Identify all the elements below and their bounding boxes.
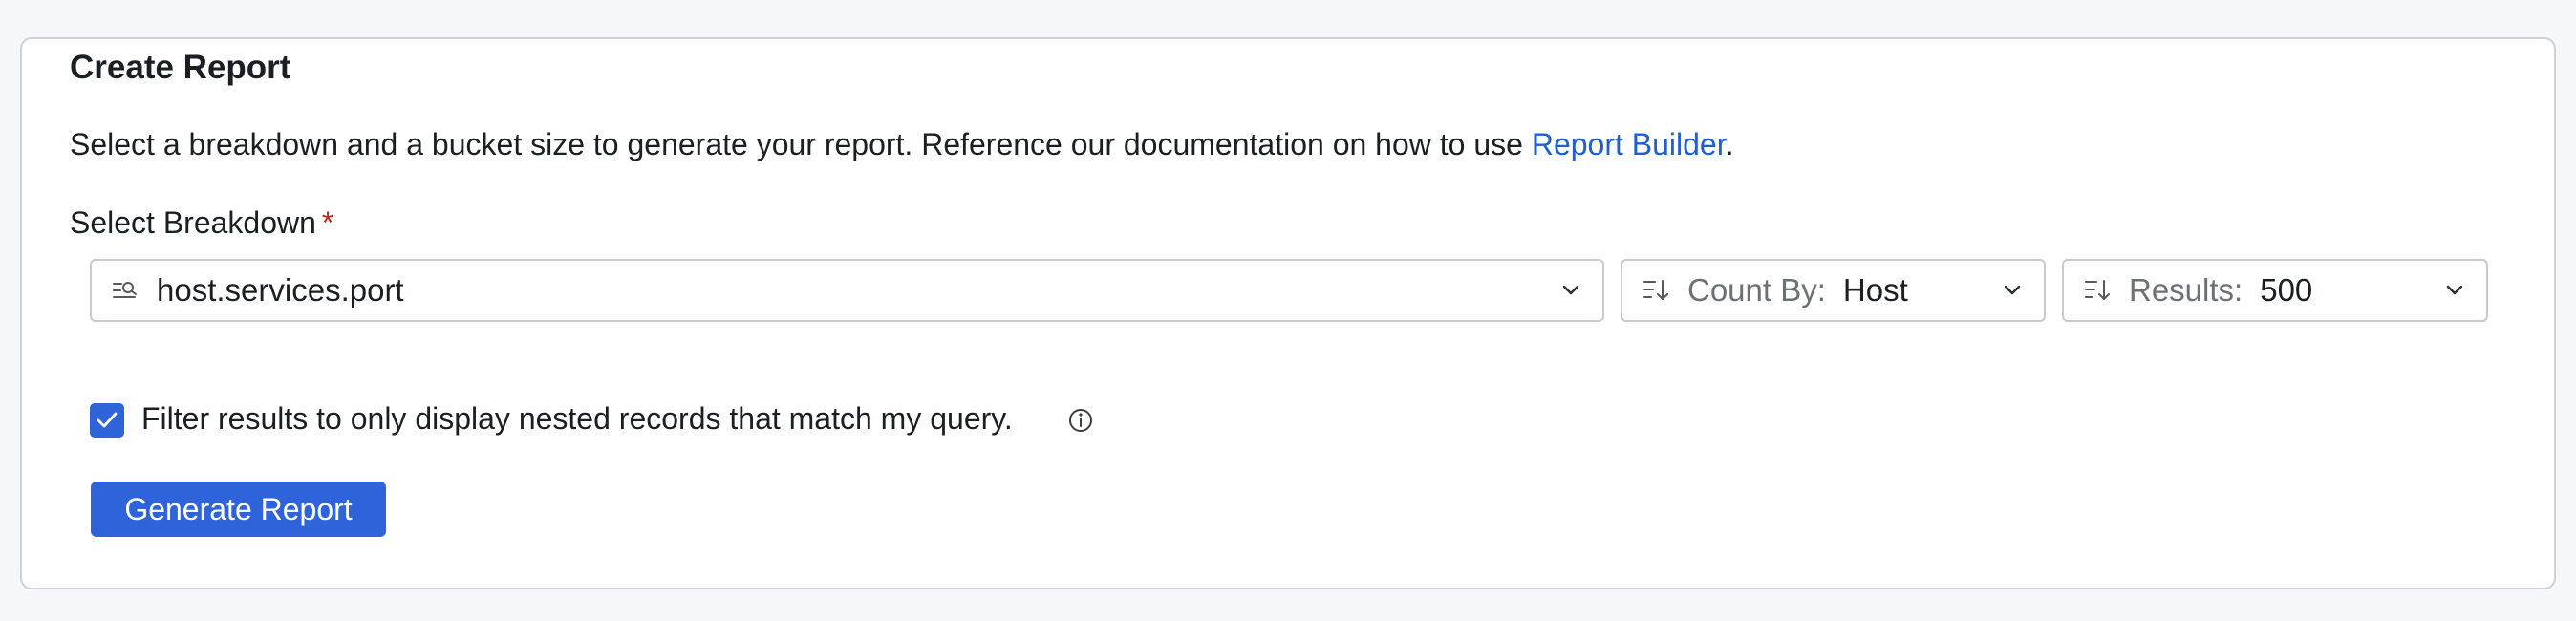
chevron-down-icon	[1560, 280, 1581, 301]
breakdown-value: host.services.port	[157, 272, 404, 308]
required-marker: *	[321, 205, 334, 240]
results-value: 500	[2260, 272, 2313, 308]
results-select[interactable]: Results: 500	[2062, 259, 2488, 322]
search-list-icon	[111, 276, 140, 305]
checkmark-icon	[97, 412, 118, 428]
results-label: Results:	[2129, 272, 2243, 308]
info-icon[interactable]	[1067, 407, 1094, 434]
report-builder-link[interactable]: Report Builder	[1532, 127, 1726, 161]
breakdown-label-text: Select Breakdown	[70, 205, 316, 240]
card-description: Select a breakdown and a bucket size to …	[70, 127, 1734, 162]
count-by-select[interactable]: Count By: Host	[1621, 259, 2046, 322]
count-by-value: Host	[1842, 272, 1908, 308]
card-title: Create Report	[70, 49, 291, 86]
filter-checkbox-label[interactable]: Filter results to only display nested re…	[141, 401, 1013, 437]
generate-report-button[interactable]: Generate Report	[91, 482, 386, 537]
breakdown-select[interactable]: host.services.port	[90, 259, 1604, 322]
chevron-down-icon	[2002, 280, 2023, 301]
filter-checkbox[interactable]	[90, 403, 124, 438]
breakdown-label: Select Breakdown *	[70, 205, 333, 241]
chevron-down-icon	[2444, 280, 2465, 301]
description-text: Select a breakdown and a bucket size to …	[70, 127, 1532, 161]
count-by-label: Count By:	[1687, 272, 1826, 308]
sort-icon	[2083, 276, 2112, 305]
description-suffix: .	[1725, 127, 1734, 161]
sort-icon	[1642, 276, 1670, 305]
